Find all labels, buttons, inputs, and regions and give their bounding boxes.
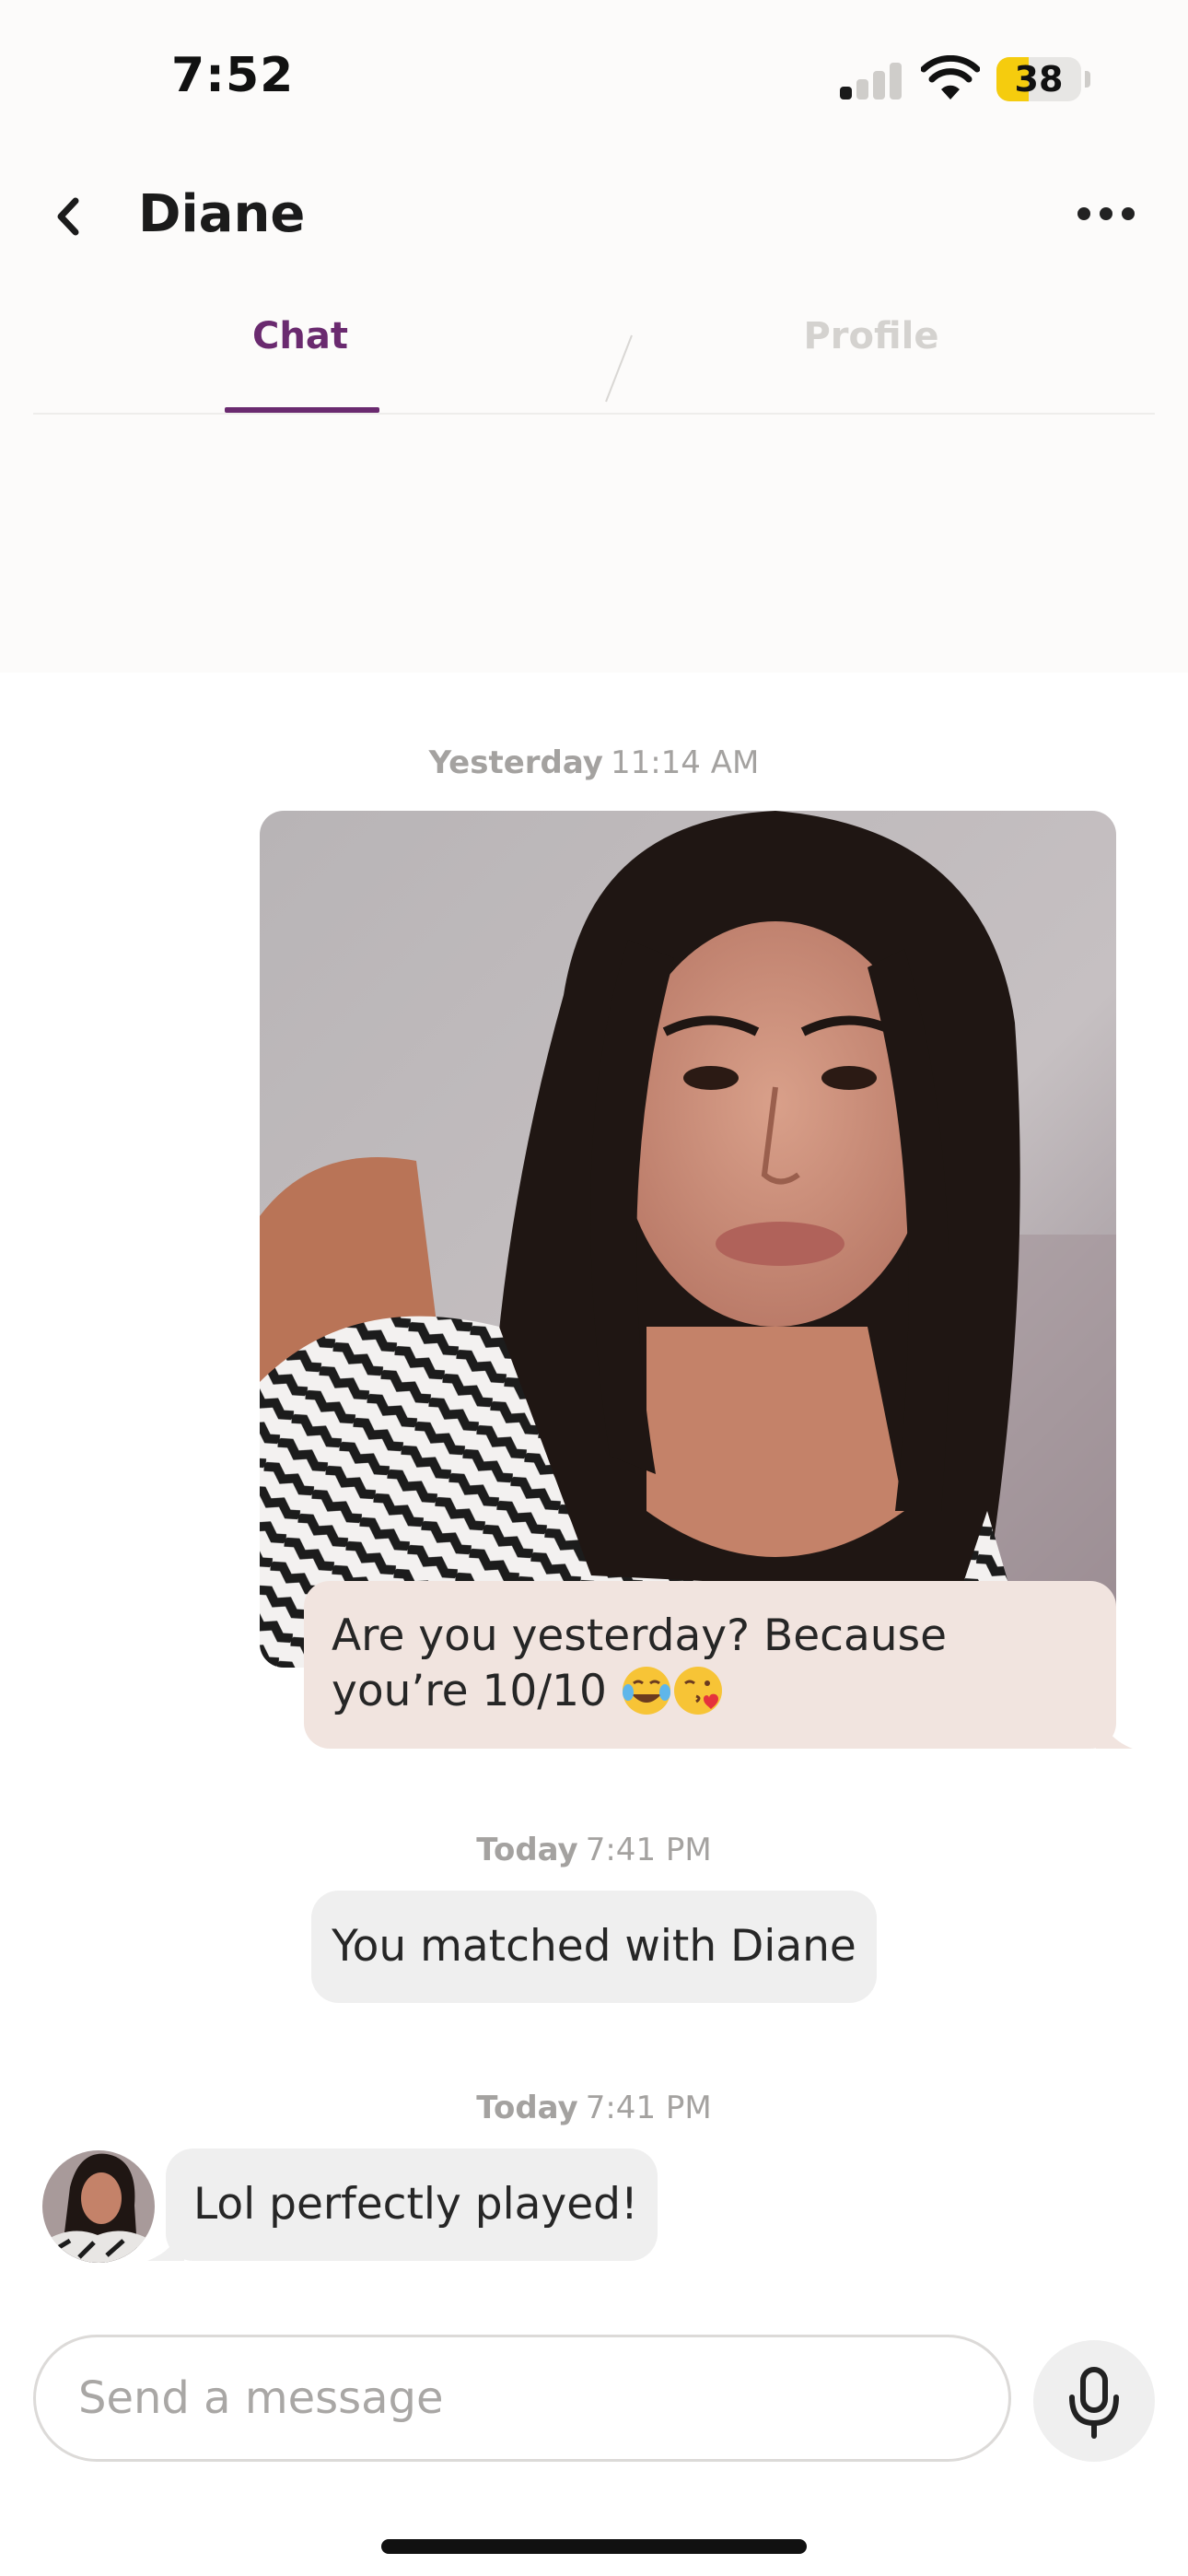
timestamp-time: 11:14 AM [610, 744, 760, 781]
battery-icon: 38 [996, 57, 1081, 101]
home-indicator[interactable] [381, 2539, 807, 2554]
microphone-icon [1069, 2367, 1119, 2439]
message-input[interactable] [33, 2335, 1011, 2462]
tab-chat[interactable]: Chat [208, 315, 392, 370]
sent-message-bubble[interactable]: Are you yesterday? Because you’re 10/10 [304, 1581, 1116, 1749]
page-title: Diane [138, 184, 306, 244]
received-message-bubble[interactable]: Lol perfectly played! [166, 2149, 658, 2261]
avatar[interactable] [42, 2150, 155, 2263]
message-timestamp: Today 7:41 PM [0, 2090, 1188, 2126]
tab-bar: Chat Profile [33, 295, 1155, 415]
avatar-photo [42, 2150, 155, 2263]
face-blowing-a-kiss-emoji [673, 1667, 722, 1715]
selfie-photo [260, 811, 1116, 1668]
battery-level: 38 [1014, 59, 1064, 100]
cellular-signal-icon [840, 61, 903, 100]
more-options-icon[interactable] [1074, 195, 1138, 232]
photo-message[interactable] [260, 811, 1116, 1668]
status-bar: 7:52 38 [0, 0, 1188, 147]
timestamp-time: 7:41 PM [585, 2090, 712, 2126]
match-notice: You matched with Diane [311, 1891, 877, 2003]
tab-divider [33, 413, 1155, 415]
wifi-icon [921, 55, 980, 100]
tab-profile[interactable]: Profile [770, 315, 973, 370]
battery-nub [1085, 71, 1090, 88]
status-time: 7:52 [171, 48, 295, 103]
timestamp-day: Yesterday [428, 744, 603, 781]
face-with-tears-of-joy-emoji [622, 1667, 670, 1715]
timestamp-day: Today [476, 2090, 578, 2126]
back-chevron-icon[interactable] [42, 184, 98, 249]
top-area: 7:52 38 Diane Chat Profile [0, 0, 1188, 673]
message-timestamp: Yesterday 11:14 AM [0, 744, 1188, 781]
timestamp-day: Today [476, 1832, 578, 1868]
message-timestamp: Today 7:41 PM [0, 1832, 1188, 1868]
sent-bubble-tail [1096, 1704, 1133, 1749]
header: Diane [0, 157, 1188, 276]
timestamp-time: 7:41 PM [585, 1832, 712, 1868]
tab-separator [605, 334, 633, 403]
microphone-button[interactable] [1033, 2340, 1155, 2462]
